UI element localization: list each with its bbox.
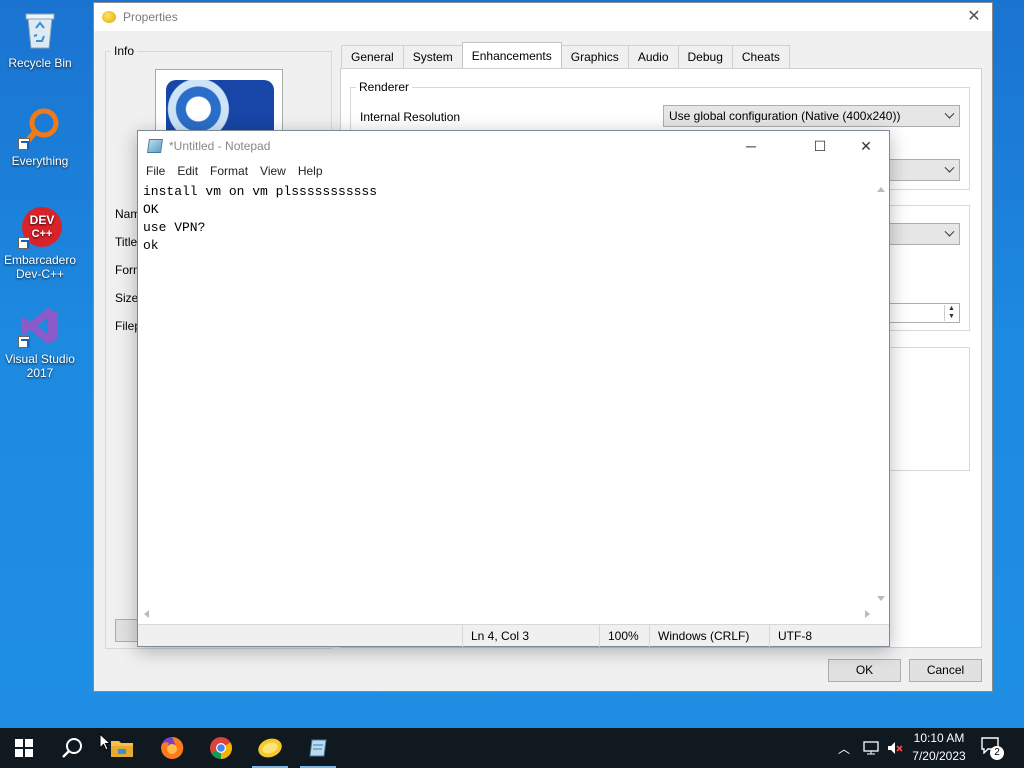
info-group-title: Info (111, 44, 138, 58)
everything-search-icon (18, 106, 62, 150)
properties-titlebar[interactable]: Properties (94, 3, 992, 31)
citra-app-icon (102, 11, 116, 23)
shortcut-arrow-icon (18, 237, 30, 249)
status-line-ending: Windows (CRLF) (649, 625, 769, 647)
tab-audio[interactable]: Audio (627, 45, 679, 68)
notepad-close-button[interactable]: ✕ (843, 131, 889, 161)
desktop-icon-visual-studio[interactable]: Visual Studio 2017 (0, 304, 80, 380)
internal-resolution-select[interactable]: Use global configuration (Native (400x24… (663, 105, 960, 127)
tray-overflow-chevron-icon[interactable]: ︿ (838, 740, 850, 757)
desktop-icon-dev-cpp[interactable]: DEV C++ Embarcadero Dev-C++ (0, 205, 80, 281)
menu-view[interactable]: View (254, 161, 292, 181)
tab-enhancements[interactable]: Enhancements (461, 42, 562, 68)
scroll-left-icon[interactable] (144, 610, 149, 618)
taskbar: ︿ 10:10 AM 7/20/2023 2 (0, 728, 1024, 768)
menu-edit[interactable]: Edit (171, 161, 204, 181)
properties-title: Properties (123, 10, 178, 24)
desktop-icon-everything[interactable]: Everything (0, 106, 80, 168)
desktop-icon-label: Visual Studio 2017 (5, 352, 75, 380)
spin-arrows-icon[interactable]: ▲ ▼ (944, 305, 958, 321)
notepad-titlebar[interactable]: *Untitled - Notepad (138, 131, 889, 161)
cancel-button[interactable]: Cancel (909, 659, 982, 682)
chevron-down-icon (944, 162, 955, 173)
renderer-group-title: Renderer (356, 80, 413, 94)
folder-icon (111, 741, 133, 757)
shortcut-arrow-icon (18, 138, 30, 150)
status-position: Ln 4, Col 3 (462, 625, 598, 647)
volume-muted-icon[interactable] (886, 740, 904, 756)
search-button[interactable] (48, 728, 96, 768)
notepad-app-icon (147, 139, 163, 153)
citra-icon (258, 738, 282, 758)
properties-close-button[interactable]: ✕ (962, 6, 986, 28)
notepad-title: *Untitled - Notepad (169, 139, 271, 153)
status-zoom: 100% (599, 625, 649, 647)
ok-button[interactable]: OK (828, 659, 901, 682)
action-center-button[interactable]: 2 (980, 736, 1008, 762)
notepad-window: *Untitled - Notepad ─ ☐ ✕ File Edit Form… (137, 130, 890, 647)
tab-cheats[interactable]: Cheats (731, 45, 790, 68)
clock-date[interactable]: 7/20/2023 (906, 749, 972, 763)
tab-debug[interactable]: Debug (677, 45, 733, 68)
windows-logo-icon (15, 739, 33, 757)
desktop-icon-label: Recycle Bin (8, 56, 72, 70)
recycle-bin-icon (18, 8, 62, 52)
game-icon-frame (155, 69, 283, 139)
notepad-icon (309, 739, 327, 757)
start-button[interactable] (0, 728, 48, 768)
scroll-right-icon[interactable] (865, 610, 870, 618)
info-label-title: Title (115, 235, 138, 249)
taskbar-notepad[interactable] (294, 728, 342, 768)
scroll-up-icon[interactable] (877, 187, 885, 192)
notepad-text-area[interactable]: install vm on vm plsssssssssss OK use VP… (139, 181, 875, 607)
horizontal-scrollbar[interactable] (138, 607, 876, 622)
tab-system[interactable]: System (402, 45, 463, 68)
firefox-icon (161, 736, 184, 759)
svg-text:C++: C++ (32, 228, 53, 240)
chevron-down-icon (944, 108, 955, 119)
taskbar-citra[interactable] (246, 728, 294, 768)
chevron-down-icon (944, 226, 955, 237)
maximize-button[interactable]: ☐ (797, 131, 843, 161)
menu-file[interactable]: File (140, 161, 171, 181)
taskbar-chrome[interactable] (197, 728, 245, 768)
info-label-size: Size (115, 291, 139, 305)
tab-graphics[interactable]: Graphics (560, 45, 629, 68)
chrome-icon (210, 737, 232, 759)
network-icon[interactable] (862, 740, 880, 756)
notepad-menubar: File Edit Format View Help (138, 161, 329, 181)
visual-studio-icon (18, 304, 62, 348)
properties-tabbar: General System Enhancements Graphics Aud… (341, 42, 790, 68)
internal-resolution-label: Internal Resolution (360, 110, 461, 124)
mouse-cursor-icon (99, 733, 111, 751)
desktop-icon-recycle-bin[interactable]: Recycle Bin (0, 8, 80, 70)
minimize-button[interactable]: ─ (728, 131, 774, 161)
dev-cpp-icon: DEV C++ (18, 205, 62, 249)
shortcut-arrow-icon (18, 336, 30, 348)
svg-text:DEV: DEV (30, 213, 55, 227)
desktop-icon-label: Everything (11, 154, 69, 168)
desktop-icon-label: Embarcadero Dev-C++ (3, 253, 77, 281)
menu-help[interactable]: Help (292, 161, 329, 181)
internal-resolution-value: Use global configuration (Native (400x24… (669, 109, 901, 123)
vertical-scrollbar[interactable] (874, 181, 889, 607)
taskbar-firefox[interactable] (148, 728, 196, 768)
menu-format[interactable]: Format (204, 161, 254, 181)
scroll-down-icon[interactable] (877, 596, 885, 601)
status-encoding: UTF-8 (769, 625, 873, 647)
notification-count-badge: 2 (990, 746, 1004, 760)
search-icon (62, 738, 82, 758)
clock-time[interactable]: 10:10 AM (906, 731, 972, 745)
tab-general[interactable]: General (341, 45, 404, 68)
notepad-statusbar: Ln 4, Col 3 100% Windows (CRLF) UTF-8 (138, 624, 889, 647)
